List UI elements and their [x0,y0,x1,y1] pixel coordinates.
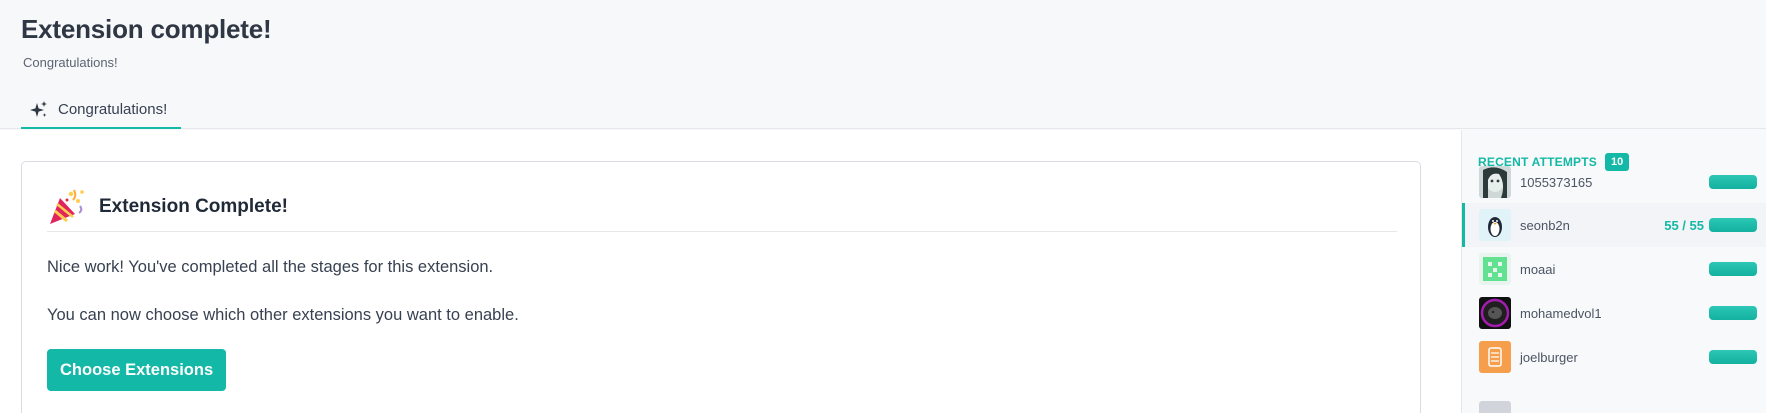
next-steps-message: You can now choose which other extension… [47,306,519,324]
completion-card: Extension Complete! Nice work! You've co… [21,161,1421,413]
attempt-row[interactable]: 1055373165 [1462,160,1766,204]
page-subtitle: Congratulations! [23,55,118,70]
attempt-row[interactable] [1462,379,1766,413]
choose-extensions-button[interactable]: Choose Extensions [47,349,227,391]
main-content: Extension Complete! Nice work! You've co… [0,130,1461,413]
avatar [1479,297,1511,329]
attempt-progress-bar [1709,350,1757,364]
attempt-progress-bar [1709,175,1757,189]
avatar [1479,253,1511,285]
avatar [1479,209,1511,241]
sparkles-icon [30,100,48,119]
attempt-row[interactable]: seonb2n 55 / 55 [1462,203,1766,247]
attempt-progress-bar [1709,306,1757,320]
tab-label: Congratulations! [58,101,168,118]
attempt-row[interactable]: moaai [1462,247,1766,291]
attempt-score: 55 / 55 [1664,217,1704,233]
avatar [1479,166,1511,198]
attempt-row[interactable]: joelburger [1462,335,1766,379]
attempt-row[interactable]: mohamedvol1 [1462,291,1766,335]
avatar [1479,341,1511,373]
attempt-username: moaai [1520,261,1556,277]
attempt-progress-bar [1709,262,1757,276]
page-header: Extension complete! Congratulations! Con… [0,0,1766,129]
attempt-username: seonb2n [1520,217,1570,233]
page-title: Extension complete! [21,14,272,44]
completion-message: Nice work! You've completed all the stag… [47,258,494,276]
tab-congratulations[interactable]: Congratulations! [21,92,181,129]
card-title: Extension Complete! [99,195,288,217]
attempt-username: mohamedvol1 [1520,305,1602,321]
card-header: Extension Complete! [47,182,1397,232]
party-popper-icon [47,188,87,226]
attempt-progress-bar [1709,218,1757,232]
avatar [1479,401,1511,413]
recent-attempts-sidebar: RECENT ATTEMPTS 10 1055373165 seonb2n 55… [1461,130,1766,413]
attempt-username: 1055373165 [1520,174,1593,190]
attempt-username: joelburger [1520,349,1578,365]
